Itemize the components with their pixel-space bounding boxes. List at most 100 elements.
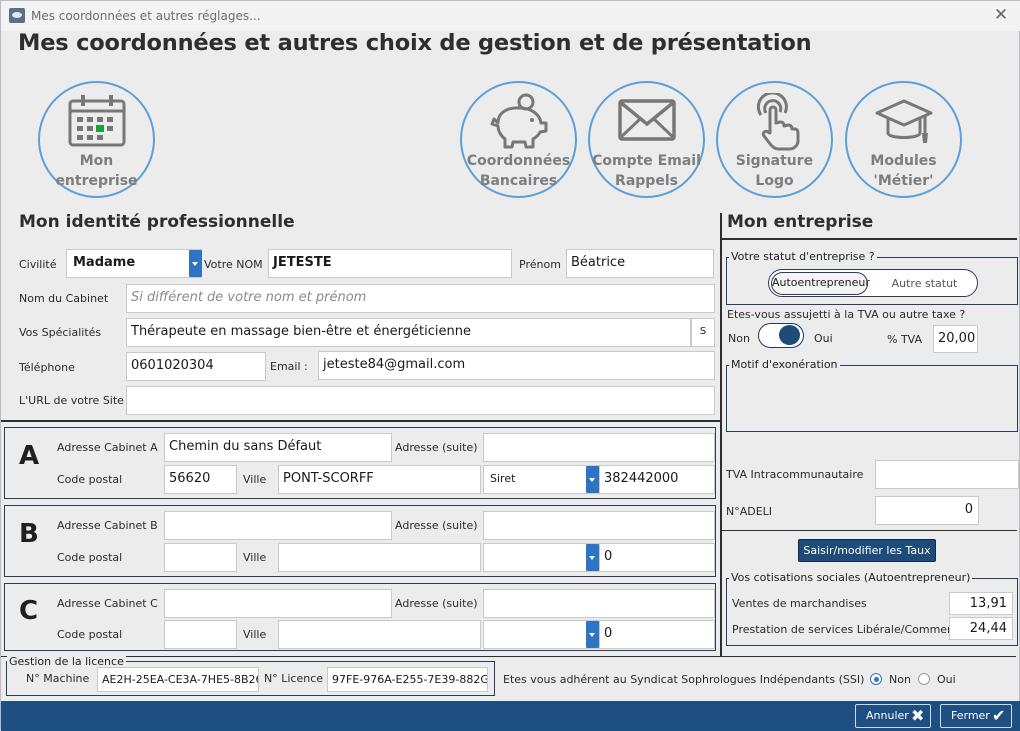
machine-label: N° Machine bbox=[26, 672, 90, 685]
licence-input[interactable]: 97FE-976A-E255-7E39-882G bbox=[327, 667, 488, 692]
chevron-down-icon[interactable] bbox=[189, 250, 202, 277]
divider bbox=[720, 238, 1017, 240]
page-title: Mes coordonnées et autres choix de gesti… bbox=[18, 30, 812, 56]
tva-oui-label: Oui bbox=[814, 332, 833, 345]
ville-input[interactable]: PONT-SCORFF bbox=[278, 465, 481, 494]
civilite-label: Civilité bbox=[19, 258, 57, 271]
statut-segmented[interactable]: Autoentrepreneur Autre statut bbox=[768, 269, 978, 297]
prestation-input[interactable]: 24,44 bbox=[949, 617, 1013, 640]
exoneration-group-title: Motif d'exonération bbox=[729, 358, 840, 371]
nav-label: Signature Logo bbox=[735, 153, 814, 189]
check-icon: ✔ bbox=[992, 706, 1006, 725]
ville-input[interactable] bbox=[278, 543, 481, 572]
address-letter: C bbox=[19, 596, 39, 626]
adeli-label: N°ADELI bbox=[726, 505, 773, 518]
cotisations-group-title: Vos cotisations sociales (Autoentreprene… bbox=[729, 571, 973, 584]
code-postal-label: Code postal bbox=[57, 473, 123, 486]
statut-option-autre[interactable]: Autre statut bbox=[872, 272, 977, 295]
nav-label: Modules 'Métier' bbox=[870, 153, 937, 189]
telephone-input[interactable]: 0601020304 bbox=[126, 352, 266, 381]
cabinet-label: Nom du Cabinet bbox=[19, 292, 109, 305]
prestation-label: Prestation de services Libérale/Commerc. bbox=[732, 623, 961, 636]
id-number-input[interactable]: 382442000 bbox=[599, 465, 715, 494]
close-icon[interactable]: ✕ bbox=[991, 5, 1011, 25]
address-suite-label: Adresse (suite) bbox=[395, 597, 478, 610]
id-type-select[interactable] bbox=[483, 620, 599, 649]
title-bar: Mes coordonnées et autres réglages... ✕ bbox=[1, 1, 1020, 31]
calendar-icon bbox=[68, 95, 125, 147]
address-input[interactable] bbox=[164, 511, 392, 540]
address-input[interactable]: Chemin du sans Défaut bbox=[164, 433, 392, 462]
ville-label: Ville bbox=[243, 628, 267, 641]
url-label: L'URL de votre Site : bbox=[19, 394, 132, 407]
prenom-label: Prénom bbox=[519, 258, 561, 271]
tva-question: Etes-vous assujetti à la TVA ou autre ta… bbox=[727, 308, 966, 321]
nav-label: Mon entreprise bbox=[55, 153, 138, 189]
url-input[interactable] bbox=[126, 386, 715, 415]
id-number-input[interactable]: 0 bbox=[599, 620, 715, 649]
close-icon: ✖ bbox=[911, 706, 925, 725]
machine-input[interactable]: AE2H-25EA-CE3A-7HE5-8B26 bbox=[97, 667, 259, 692]
prenom-input[interactable]: Béatrice bbox=[566, 249, 714, 278]
identity-heading: Mon identité professionnelle bbox=[19, 212, 295, 232]
divider bbox=[1, 420, 720, 422]
civilite-select[interactable]: Madame bbox=[66, 249, 202, 278]
address-letter: A bbox=[19, 441, 40, 471]
tva-rate-input[interactable]: 20,00 bbox=[933, 325, 978, 353]
address-input[interactable] bbox=[164, 589, 392, 618]
nav-modules-metier-button[interactable]: Modules 'Métier' bbox=[845, 81, 962, 198]
annuler-button[interactable]: Annuler ✖ bbox=[855, 704, 931, 728]
divider bbox=[720, 530, 1017, 531]
code-postal-input[interactable] bbox=[164, 543, 237, 572]
adeli-input[interactable]: 0 bbox=[875, 496, 979, 525]
address-suite-label: Adresse (suite) bbox=[395, 441, 478, 454]
chevron-down-icon[interactable] bbox=[586, 544, 599, 571]
entreprise-heading: Mon entreprise bbox=[727, 212, 874, 232]
divider bbox=[1, 656, 1016, 657]
ventes-label: Ventes de marchandises bbox=[732, 597, 867, 610]
id-number-input[interactable]: 0 bbox=[599, 543, 715, 572]
email-input[interactable]: jeteste84@gmail.com bbox=[318, 351, 715, 380]
saisir-taux-button[interactable]: Saisir/modifier les Taux bbox=[798, 539, 936, 562]
specialites-input[interactable]: Thérapeute en massage bien-être et énerg… bbox=[126, 318, 691, 347]
email-label: Email : bbox=[270, 360, 308, 373]
ville-input[interactable] bbox=[278, 620, 481, 649]
nav-mon-entreprise-button[interactable]: Mon entreprise bbox=[38, 81, 155, 198]
address-suite-input[interactable] bbox=[483, 433, 715, 462]
piggy-bank-icon bbox=[490, 93, 547, 149]
divider bbox=[720, 213, 722, 657]
ville-label: Ville bbox=[243, 473, 267, 486]
statut-group-title: Votre statut d'entreprise ? bbox=[729, 250, 877, 263]
chevron-down-icon[interactable] bbox=[586, 466, 599, 493]
nom-input[interactable]: JETESTE bbox=[268, 249, 512, 278]
address-suite-input[interactable] bbox=[483, 589, 715, 618]
touch-hand-icon bbox=[756, 93, 799, 151]
exoneration-group[interactable] bbox=[726, 365, 1018, 432]
nav-compte-email-button[interactable]: Compte Email Rappels bbox=[588, 81, 705, 198]
tva-intra-input[interactable] bbox=[875, 460, 1019, 489]
tva-rate-label: % TVA bbox=[887, 333, 923, 346]
ville-label: Ville bbox=[243, 551, 267, 564]
ssi-non-radio[interactable] bbox=[870, 673, 882, 685]
chevron-down-icon[interactable] bbox=[586, 621, 599, 648]
id-type-select[interactable]: Siret bbox=[483, 465, 599, 494]
address-suite-input[interactable] bbox=[483, 511, 715, 540]
ventes-input[interactable]: 13,91 bbox=[949, 592, 1013, 615]
id-type-select[interactable] bbox=[483, 543, 599, 572]
statut-option-autoentrepreneur[interactable]: Autoentrepreneur bbox=[771, 272, 870, 295]
code-postal-input[interactable]: 56620 bbox=[164, 465, 237, 494]
address-suite-label: Adresse (suite) bbox=[395, 519, 478, 532]
nav-signature-logo-button[interactable]: Signature Logo bbox=[716, 81, 833, 198]
fermer-label: Fermer bbox=[951, 709, 990, 722]
specialites-side-button[interactable]: S bbox=[691, 318, 715, 347]
telephone-label: Téléphone bbox=[19, 361, 75, 374]
cabinet-input[interactable]: Si différent de votre nom et prénom bbox=[126, 284, 715, 313]
tva-toggle[interactable] bbox=[758, 323, 804, 348]
ssi-oui-radio[interactable] bbox=[918, 673, 930, 685]
fermer-button[interactable]: Fermer ✔ bbox=[940, 704, 1012, 728]
code-postal-input[interactable] bbox=[164, 620, 237, 649]
tva-intra-label: TVA Intracommunautaire bbox=[726, 468, 864, 481]
address-label: Adresse Cabinet A bbox=[57, 441, 158, 454]
licence-label: N° Licence bbox=[264, 672, 324, 685]
nav-coordonnees-bancaires-button[interactable]: Coordonnées Bancaires bbox=[460, 81, 577, 198]
